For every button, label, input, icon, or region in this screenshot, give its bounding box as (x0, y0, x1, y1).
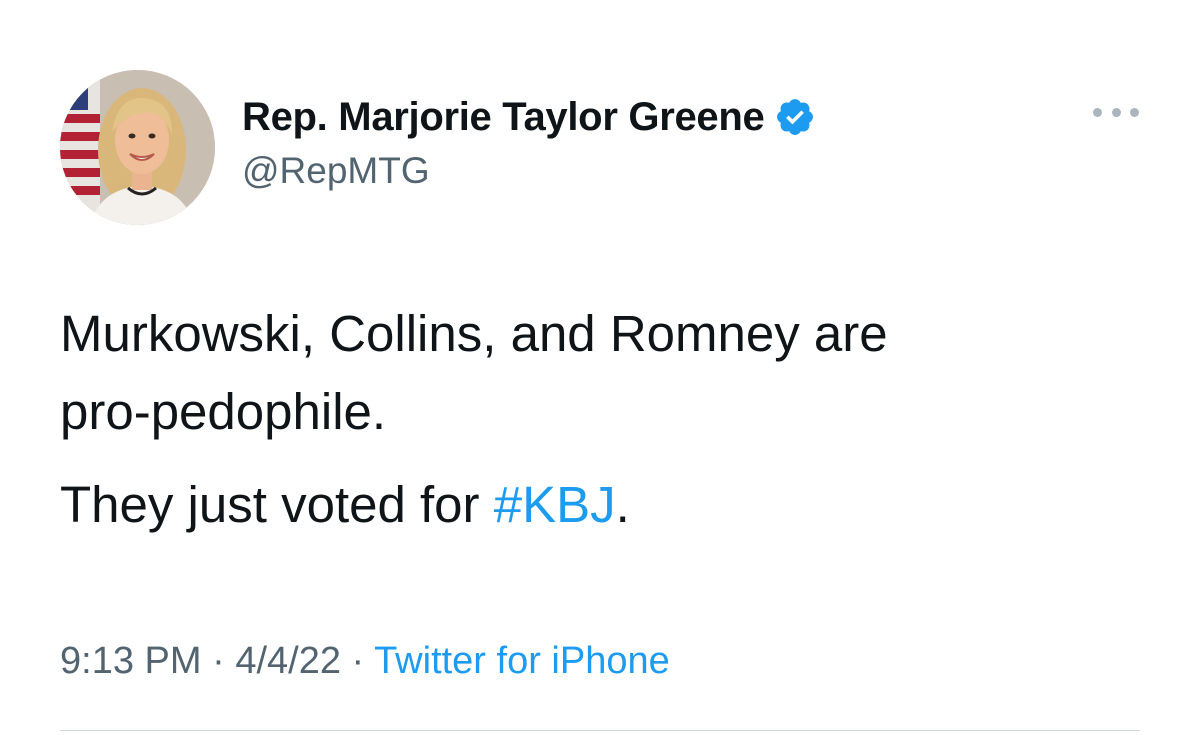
more-horizontal-icon[interactable] (1093, 100, 1139, 124)
hashtag-link[interactable]: #KBJ (494, 476, 616, 533)
handle[interactable]: @RepMTG (242, 150, 816, 192)
display-name[interactable]: Rep. Marjorie Taylor Greene (242, 95, 765, 140)
tweet-line-2: pro-pedophile. (60, 383, 387, 440)
tweet-paragraph-1: Murkowski, Collins, and Romney are pro-p… (60, 295, 1160, 451)
meta-separator: · (340, 640, 375, 682)
tweet-metadata: 9:13 PM · 4/4/22 · Twitter for iPhone (60, 640, 670, 683)
author-block: Rep. Marjorie Taylor Greene @RepMTG (242, 94, 816, 192)
meta-separator: · (201, 640, 236, 682)
avatar[interactable] (60, 70, 215, 225)
divider (60, 730, 1140, 731)
tweet-text: Murkowski, Collins, and Romney are pro-p… (60, 295, 1160, 544)
tweet-date[interactable]: 4/4/22 (235, 640, 341, 682)
tweet: Rep. Marjorie Taylor Greene @RepMTG Murk… (0, 0, 1200, 735)
tweet-para2-suffix: . (615, 476, 630, 533)
verified-badge-icon (774, 96, 816, 138)
tweet-time[interactable]: 9:13 PM (60, 640, 202, 682)
tweet-para2-prefix: They just voted for (60, 476, 494, 533)
more-dot (1093, 107, 1102, 117)
name-row: Rep. Marjorie Taylor Greene (242, 94, 816, 140)
tweet-line-1: Murkowski, Collins, and Romney are (60, 305, 888, 362)
more-dot (1111, 107, 1121, 117)
more-dot (1130, 107, 1139, 117)
tweet-source-link[interactable]: Twitter for iPhone (374, 640, 670, 682)
tweet-paragraph-2: They just voted for #KBJ. (60, 466, 1160, 544)
profile-photo (60, 70, 215, 225)
